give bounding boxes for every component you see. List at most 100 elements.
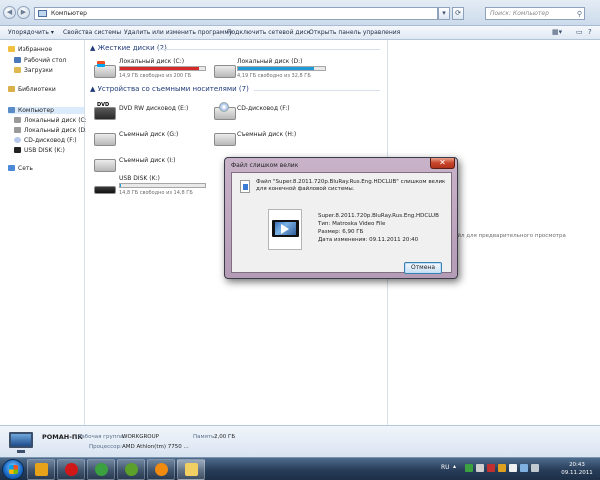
refresh-button[interactable]: ⟳ xyxy=(452,7,464,20)
computer-icon xyxy=(8,107,15,113)
nav-downloads[interactable]: Загрузки xyxy=(14,67,53,74)
language-indicator[interactable]: RU xyxy=(441,464,450,471)
drive-d-usage-fill xyxy=(238,67,314,70)
file-too-large-dialog: Файл слишком велик ✕ Файл "Super.8.2011.… xyxy=(224,157,458,279)
hard-drive-icon xyxy=(14,127,21,133)
network-icon xyxy=(8,165,15,171)
preview-pane-icon[interactable]: ▭ xyxy=(576,28,583,36)
hard-drive-icon xyxy=(14,117,21,123)
nav-drive-k[interactable]: USB DISK (K:) xyxy=(14,147,65,154)
taskbar-app-1[interactable] xyxy=(57,459,85,480)
drive-c-usage-bar xyxy=(119,66,206,71)
nav-libraries[interactable]: Библиотеки xyxy=(8,86,56,93)
file-modified: Дата изменения: 09.11.2011 20:40 xyxy=(318,237,419,243)
nav-desktop[interactable]: Рабочий стол xyxy=(14,57,66,64)
cpu-label: Процессор: xyxy=(89,444,122,450)
address-dropdown-button[interactable]: ▾ xyxy=(438,7,450,20)
drive-i-name: Съемный диск (I:) xyxy=(119,157,176,164)
taskbar-app-4[interactable] xyxy=(147,459,175,480)
hard-drive-icon xyxy=(214,65,236,78)
chrome-icon xyxy=(95,463,108,476)
clock[interactable]: 20:43 09.11.2011 xyxy=(560,461,594,477)
file-icon xyxy=(240,180,250,193)
removable-header[interactable]: ▲ Устройства со съемными носителями (7) xyxy=(90,85,249,93)
system-drive-icon xyxy=(94,61,116,78)
search-placeholder: Поиск: Компьютер xyxy=(490,10,549,17)
video-file-thumbnail xyxy=(268,209,302,250)
workgroup-value: WORKGROUP xyxy=(122,434,159,440)
system-properties-button[interactable]: Свойства системы xyxy=(63,29,121,36)
cd-drive-icon xyxy=(14,137,21,143)
drive-c-free: 14,9 ГБ свободно из 200 ГБ xyxy=(119,73,192,79)
show-hidden-icons[interactable]: ▴ xyxy=(453,463,456,470)
film-icon xyxy=(272,220,299,237)
drive-e-name: DVD RW дисковод (E:) xyxy=(119,105,189,112)
tray-icon[interactable] xyxy=(476,464,484,472)
start-button[interactable] xyxy=(2,459,24,480)
address-field[interactable]: Компьютер xyxy=(34,7,438,20)
drive-c-usage-fill xyxy=(120,67,200,70)
nav-drive-c[interactable]: Локальный диск (C:) xyxy=(14,117,89,124)
nav-computer[interactable]: Компьютер xyxy=(8,107,84,114)
clock-date: 09.11.2011 xyxy=(561,470,593,476)
taskbar-app-5[interactable] xyxy=(177,459,205,480)
usb-drive-icon xyxy=(94,186,116,194)
removable-drive-icon xyxy=(94,133,116,146)
address-path: Компьютер xyxy=(51,10,87,17)
drive-k-free: 14,8 ГБ свободно из 14,8 ГБ xyxy=(119,190,193,196)
drive-c-name: Локальный диск (C:) xyxy=(119,58,185,65)
downloads-folder-icon xyxy=(14,67,21,73)
forward-button[interactable]: ▶ xyxy=(17,6,30,19)
dialog-body: Файл "Super.8.2011.720p.BluRay.Rus.Eng.H… xyxy=(231,172,452,274)
removable-drive-icon xyxy=(94,159,116,172)
file-name: Super.8.2011.720p.BluRay.Rus.Eng.HDCLUB xyxy=(318,213,439,219)
volume-icon[interactable] xyxy=(531,464,539,472)
utorrent-icon xyxy=(125,463,138,476)
search-icon: ⚲ xyxy=(576,10,582,18)
control-panel-button[interactable]: Открыть панель управления xyxy=(309,29,400,36)
vlc-icon xyxy=(155,463,168,476)
network-icon[interactable] xyxy=(520,464,528,472)
map-network-drive-button[interactable]: Подключить сетевой диск xyxy=(227,29,310,36)
command-bar: Упорядочить ▾ Свойства системы Удалить и… xyxy=(0,26,600,40)
tray-icon[interactable] xyxy=(465,464,473,472)
divider xyxy=(158,49,380,50)
tray-icon[interactable] xyxy=(487,464,495,472)
dialog-message: Файл "Super.8.2011.720p.BluRay.Rus.Eng.H… xyxy=(256,179,446,192)
nav-drive-f[interactable]: CD-дисковод (F:) xyxy=(14,137,77,144)
media-player-icon xyxy=(35,463,48,476)
taskbar: RU ▴ 20:43 09.11.2011 xyxy=(0,457,600,480)
hard-drives-header[interactable]: ▲ Жесткие диски (2) xyxy=(90,44,167,52)
memory-label: Память: xyxy=(193,434,217,440)
back-button[interactable]: ◀ xyxy=(3,6,16,19)
uninstall-program-button[interactable]: Удалить или изменить программу xyxy=(124,29,232,36)
removable-drive-icon xyxy=(214,133,236,146)
drive-f-name: CD-дисковод (F:) xyxy=(237,105,290,112)
opera-icon xyxy=(65,463,78,476)
nav-network[interactable]: Сеть xyxy=(8,165,33,172)
usb-drive-icon xyxy=(14,147,21,153)
computer-icon xyxy=(9,432,33,453)
drive-k-name: USB DISK (K:) xyxy=(119,175,160,182)
close-icon[interactable]: ✕ xyxy=(430,158,455,169)
cpu-value: AMD Athlon(tm) 7750 ... xyxy=(122,444,189,450)
taskbar-app-3[interactable] xyxy=(117,459,145,480)
drive-k-usage-fill xyxy=(120,184,121,187)
taskbar-app-0[interactable] xyxy=(27,459,55,480)
organize-button[interactable]: Упорядочить ▾ xyxy=(8,29,54,36)
taskbar-app-2[interactable] xyxy=(87,459,115,480)
libraries-icon xyxy=(8,86,15,92)
details-pane: РОМАН-ПК Рабочая группа: WORKGROUP Памят… xyxy=(0,425,600,457)
search-input[interactable]: Поиск: Компьютер ⚲ xyxy=(485,7,585,20)
divider xyxy=(254,90,380,91)
nav-favorites[interactable]: Избранное xyxy=(8,46,52,53)
star-icon xyxy=(8,46,15,52)
file-type: Тип: Matroska Video File xyxy=(318,221,386,227)
help-icon[interactable]: ? xyxy=(588,28,592,36)
tray-icon[interactable] xyxy=(498,464,506,472)
computer-name: РОМАН-ПК xyxy=(42,433,83,441)
view-options-icon[interactable]: ▦▾ xyxy=(552,28,562,36)
flag-icon[interactable] xyxy=(509,464,517,472)
nav-drive-d[interactable]: Локальный диск (D:) xyxy=(14,127,90,134)
cancel-button[interactable]: Отмена xyxy=(404,262,442,274)
